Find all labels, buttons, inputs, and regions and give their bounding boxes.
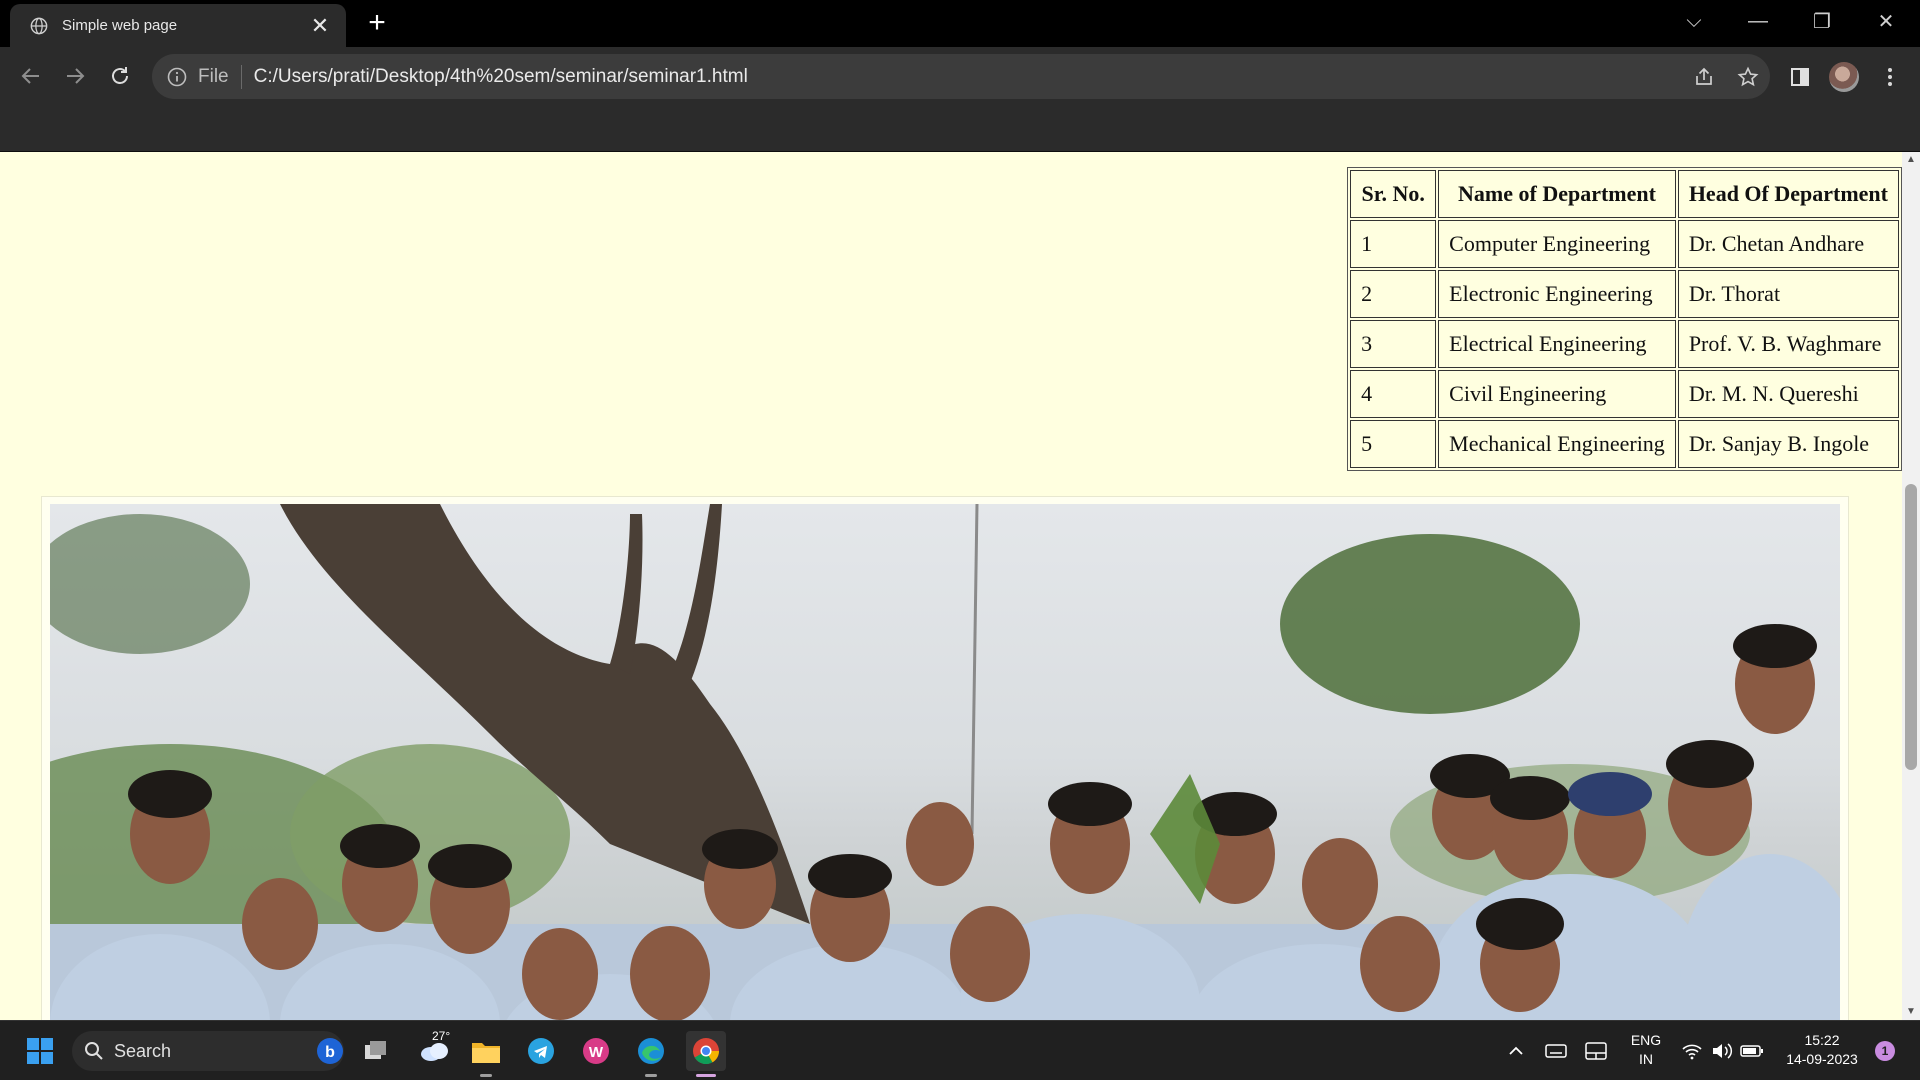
table-cell: 5 bbox=[1350, 420, 1437, 468]
wifi-icon[interactable] bbox=[1676, 1031, 1708, 1071]
search-icon bbox=[85, 1042, 103, 1060]
clock[interactable]: 15:22 14-09-2023 bbox=[1772, 1031, 1872, 1069]
chrome-icon[interactable] bbox=[686, 1031, 726, 1071]
cloud-icon bbox=[421, 1043, 448, 1061]
table-cell: Dr. Chetan Andhare bbox=[1677, 220, 1899, 268]
forward-arrow-icon[interactable] bbox=[58, 59, 92, 93]
minimize-icon[interactable]: — bbox=[1728, 0, 1788, 42]
address-divider bbox=[240, 64, 242, 89]
scroll-down-icon[interactable]: ▼ bbox=[1902, 1004, 1920, 1020]
weather-widget[interactable]: 27° bbox=[412, 1029, 458, 1071]
input-language[interactable]: ENG IN bbox=[1620, 1031, 1672, 1069]
group-photo-illustration bbox=[50, 504, 1840, 1020]
table-cell: Dr. M. N. Quereshi bbox=[1677, 370, 1899, 418]
tab-search-icon[interactable]: ⌵ bbox=[1664, 0, 1724, 42]
language-code: ENG bbox=[1630, 1032, 1662, 1048]
table-row: 5 Mechanical Engineering Dr. Sanjay B. I… bbox=[1350, 420, 1899, 468]
tab-close-icon[interactable]: ✕ bbox=[308, 14, 332, 37]
reload-icon[interactable] bbox=[103, 59, 137, 93]
edge-icon[interactable] bbox=[631, 1031, 671, 1071]
keyboard-icon[interactable] bbox=[1538, 1031, 1574, 1071]
running-indicator bbox=[480, 1074, 492, 1077]
file-explorer-icon[interactable] bbox=[466, 1031, 506, 1071]
clock-time: 15:22 bbox=[1804, 1032, 1840, 1048]
table-row: 1 Computer Engineering Dr. Chetan Andhar… bbox=[1350, 220, 1899, 268]
share-icon[interactable] bbox=[1682, 54, 1726, 99]
page-viewport: Sr. No. Name of Department Head Of Depar… bbox=[0, 152, 1902, 1020]
weather-temp: 27° bbox=[432, 1029, 451, 1043]
search-placeholder: Search bbox=[114, 1040, 172, 1061]
running-indicator bbox=[645, 1074, 657, 1077]
table-cell: Civil Engineering bbox=[1438, 370, 1676, 418]
windows-start-icon[interactable] bbox=[20, 1031, 60, 1071]
telegram-icon[interactable] bbox=[521, 1031, 561, 1071]
active-indicator bbox=[696, 1074, 716, 1077]
region-code: IN bbox=[1639, 1051, 1653, 1067]
table-cell: Dr. Thorat bbox=[1677, 270, 1899, 318]
restore-icon[interactable]: ❐ bbox=[1792, 0, 1852, 42]
globe-icon bbox=[30, 17, 48, 34]
side-panel-icon[interactable] bbox=[1782, 59, 1818, 95]
department-table: Sr. No. Name of Department Head Of Depar… bbox=[1347, 167, 1902, 471]
wps-office-icon[interactable]: W bbox=[576, 1031, 616, 1071]
url-text[interactable]: C:/Users/prati/Desktop/4th%20sem/seminar… bbox=[254, 66, 1682, 88]
profile-avatar[interactable] bbox=[1826, 59, 1862, 95]
table-cell: Computer Engineering bbox=[1438, 220, 1676, 268]
table-cell: Prof. V. B. Waghmare bbox=[1677, 320, 1899, 368]
table-cell: 2 bbox=[1350, 270, 1437, 318]
tab-strip: Simple web page ✕ + ⌵ — ❐ ✕ bbox=[0, 0, 1920, 47]
column-header: Name of Department bbox=[1438, 170, 1676, 218]
group-photo bbox=[50, 504, 1840, 1020]
battery-icon[interactable] bbox=[1736, 1031, 1768, 1071]
bing-icon[interactable]: b bbox=[316, 1037, 344, 1065]
table-cell: Dr. Sanjay B. Ingole bbox=[1677, 420, 1899, 468]
scroll-up-icon[interactable]: ▲ bbox=[1902, 152, 1920, 168]
table-cell: 3 bbox=[1350, 320, 1437, 368]
column-header: Head Of Department bbox=[1677, 170, 1899, 218]
new-tab-button[interactable]: + bbox=[362, 8, 392, 38]
svg-text:W: W bbox=[589, 1044, 604, 1061]
taskbar: Search b 27° W ENG IN 15:22 14-09-2023 1 bbox=[0, 1020, 1920, 1080]
back-arrow-icon[interactable] bbox=[14, 59, 48, 93]
table-header-row: Sr. No. Name of Department Head Of Depar… bbox=[1350, 170, 1899, 218]
column-header: Sr. No. bbox=[1350, 170, 1437, 218]
table-cell: 4 bbox=[1350, 370, 1437, 418]
svg-text:b: b bbox=[325, 1044, 335, 1061]
table-cell: Electronic Engineering bbox=[1438, 270, 1676, 318]
browser-toolbar: File C:/Users/prati/Desktop/4th%20sem/se… bbox=[0, 47, 1920, 106]
table-row: 4 Civil Engineering Dr. M. N. Quereshi bbox=[1350, 370, 1899, 418]
notification-count: 1 bbox=[1875, 1041, 1895, 1061]
window-close-icon[interactable]: ✕ bbox=[1856, 0, 1916, 42]
show-hidden-icons[interactable] bbox=[1498, 1031, 1534, 1071]
scheme-label: File bbox=[198, 65, 229, 87]
star-icon[interactable] bbox=[1726, 54, 1770, 99]
tab-title: Simple web page bbox=[62, 17, 178, 34]
bookmarks-bar bbox=[0, 106, 1920, 152]
taskbar-search[interactable]: Search b bbox=[72, 1031, 344, 1071]
info-icon[interactable] bbox=[166, 66, 188, 88]
clock-date: 14-09-2023 bbox=[1786, 1051, 1858, 1067]
scrollbar-thumb[interactable] bbox=[1905, 484, 1917, 770]
page-scrollbar[interactable]: ▲ ▼ bbox=[1902, 152, 1920, 1020]
photo-frame bbox=[41, 496, 1849, 1020]
table-cell: Electrical Engineering bbox=[1438, 320, 1676, 368]
table-row: 3 Electrical Engineering Prof. V. B. Wag… bbox=[1350, 320, 1899, 368]
task-view-icon[interactable] bbox=[356, 1031, 396, 1071]
browser-tab[interactable]: Simple web page ✕ bbox=[10, 4, 346, 47]
table-cell: 1 bbox=[1350, 220, 1437, 268]
touchpad-icon[interactable] bbox=[1578, 1031, 1614, 1071]
kebab-menu-icon[interactable] bbox=[1872, 59, 1908, 95]
address-bar[interactable]: File C:/Users/prati/Desktop/4th%20sem/se… bbox=[152, 54, 1770, 99]
notification-badge[interactable]: 1 bbox=[1870, 1031, 1900, 1071]
table-row: 2 Electronic Engineering Dr. Thorat bbox=[1350, 270, 1899, 318]
volume-icon[interactable] bbox=[1706, 1031, 1738, 1071]
table-cell: Mechanical Engineering bbox=[1438, 420, 1676, 468]
